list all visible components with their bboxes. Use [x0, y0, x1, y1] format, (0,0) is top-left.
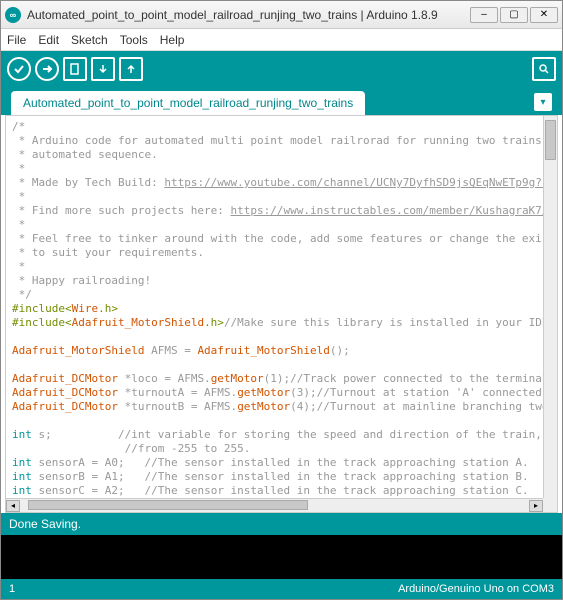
window-title: Automated_point_to_point_model_railroad_… — [27, 8, 470, 22]
menubar: File Edit Sketch Tools Help — [1, 29, 562, 51]
footer-bar: 1 Arduino/Genuino Uno on COM3 — [1, 579, 562, 599]
minimize-button[interactable]: – — [470, 7, 498, 23]
tab-menu-button[interactable]: ▾ — [534, 93, 552, 111]
vertical-scrollbar[interactable] — [543, 116, 557, 498]
close-button[interactable]: ✕ — [530, 7, 558, 23]
titlebar: ∞ Automated_point_to_point_model_railroa… — [1, 1, 562, 29]
hscroll-left-button[interactable]: ◂ — [6, 500, 20, 512]
youtube-link[interactable]: https://www.youtube.com/channel/UCNy7Dyf… — [164, 176, 557, 189]
status-bar: Done Saving. — [1, 513, 562, 535]
tab-sketch[interactable]: Automated_point_to_point_model_railroad_… — [11, 91, 365, 115]
hscroll-thumb[interactable] — [28, 500, 308, 510]
new-button[interactable] — [63, 57, 87, 81]
status-message: Done Saving. — [9, 517, 81, 531]
open-button[interactable] — [91, 57, 115, 81]
line-number: 1 — [9, 583, 15, 595]
horizontal-scrollbar[interactable]: ◂ ▸ — [6, 498, 543, 512]
serial-monitor-button[interactable] — [532, 57, 556, 81]
code-editor[interactable]: /* * Arduino code for automated multi po… — [6, 116, 557, 512]
maximize-button[interactable]: ▢ — [500, 7, 528, 23]
menu-sketch[interactable]: Sketch — [71, 33, 108, 47]
window-buttons: – ▢ ✕ — [470, 7, 558, 23]
vscroll-thumb[interactable] — [545, 120, 556, 160]
console-output[interactable] — [1, 535, 562, 579]
arduino-logo-icon: ∞ — [5, 7, 21, 23]
verify-button[interactable] — [7, 57, 31, 81]
menu-edit[interactable]: Edit — [38, 33, 59, 47]
toolbar — [1, 51, 562, 87]
instructables-link[interactable]: https://www.instructables.com/member/Kus… — [231, 204, 549, 217]
menu-file[interactable]: File — [7, 33, 26, 47]
menu-help[interactable]: Help — [160, 33, 185, 47]
hscroll-right-button[interactable]: ▸ — [529, 500, 543, 512]
board-info: Arduino/Genuino Uno on COM3 — [398, 583, 554, 595]
editor-area: /* * Arduino code for automated multi po… — [5, 115, 558, 513]
scroll-corner — [543, 498, 557, 512]
menu-tools[interactable]: Tools — [120, 33, 148, 47]
save-button[interactable] — [119, 57, 143, 81]
arduino-ide-window: ∞ Automated_point_to_point_model_railroa… — [0, 0, 563, 600]
upload-button[interactable] — [35, 57, 59, 81]
tabbar: Automated_point_to_point_model_railroad_… — [1, 87, 562, 115]
